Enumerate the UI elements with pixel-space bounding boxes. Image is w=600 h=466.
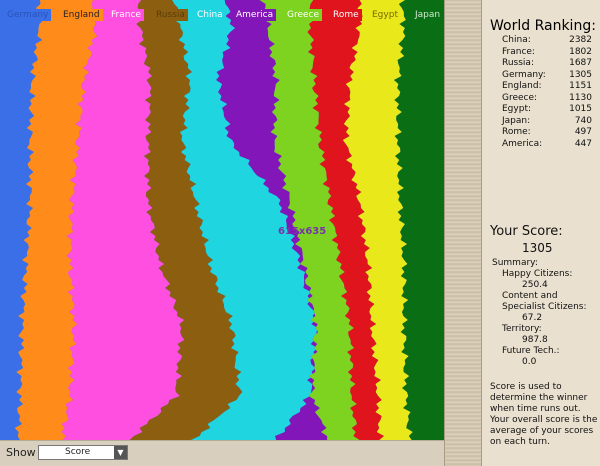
ranking-civ-name: Greece: [502,92,538,103]
legend-item-egypt: Egypt [369,9,401,21]
score-history-chart: Germany England France Russia China America Gr… [0,0,444,440]
ranking-civ-name: China: [502,35,531,45]
ranking-civ-score: 1151 [569,81,592,91]
summary-item-label: Future Tech.: [502,346,560,356]
score-summary: Summary: Happy Citizens: 250.4 Content and… [492,258,596,368]
ranking-row: China: 2382 [502,35,592,47]
ranking-civ-name: America: [502,138,543,149]
summary-item-value: 67.2 [522,313,543,323]
ranking-row: Germany: 1305 [502,70,592,82]
ranking-civ-score: 1015 [569,104,592,114]
legend-item-china: China [194,9,226,21]
ranking-civ-name: Russia: [502,58,534,68]
show-dropdown[interactable]: Score ▼ [38,445,128,460]
summary-item-label: Happy Citizens: [502,269,573,279]
ranking-row: England: 1151 [502,81,592,93]
ranking-title: World Ranking: [490,18,596,34]
ranking-civ-name: Egypt: [502,104,531,114]
ranking-civ-name: Japan: [502,115,531,126]
summary-label: Summary: [492,258,538,268]
legend-item-france: France [108,9,144,21]
score-side-panel: World Ranking: China: 2382 France: 1802 Russ… [482,0,600,466]
summary-item-value: 0.0 [522,357,537,367]
legend-item-england: England [60,9,103,21]
your-score-value: 1305 [522,241,553,255]
legend-item-greece: Greece [284,9,323,21]
ranking-row: Greece: 1130 [502,93,592,105]
ranking-civ-name: England: [502,81,542,91]
ranking-civ-score: 740 [574,115,592,126]
score-history-graph [0,0,444,440]
ranking-row: America: 447 [502,139,592,151]
ranking-civ-score: 1305 [569,69,592,80]
legend-item-germany: Germany [4,9,52,21]
ranking-civ-score: 497 [574,127,592,137]
bottom-toolbar: Show Score ▼ [0,440,444,466]
legend-item-america: America [233,9,277,21]
ranking-row: Russia: 1687 [502,58,592,70]
your-score-title: Your Score: [490,224,563,239]
ranking-row: Japan: 740 [502,116,592,128]
chevron-down-icon[interactable]: ▼ [114,446,127,459]
panel-divider [444,0,482,466]
ranking-list: China: 2382 France: 1802 Russia: 1687 Germany:… [502,35,592,150]
civilization-legend: Germany England France Russia China America Gr… [0,0,444,22]
summary-item-value: 987.8 [522,335,548,345]
ranking-civ-name: Rome: [502,127,531,137]
summary-item-label: Content and Specialist Citizens: [502,291,587,312]
score-explanation: Score is used to determine the winner wh… [490,382,598,447]
show-dropdown-value: Score [65,447,91,457]
summary-item-label: Territory: [502,324,542,334]
ranking-row: France: 1802 [502,47,592,59]
ranking-civ-score: 1802 [569,46,592,57]
ranking-row: Egypt: 1015 [502,104,592,116]
ranking-civ-name: France: [502,46,535,57]
cursor-coordinate-label: 615x635 [278,226,327,237]
legend-item-japan: Japan [412,9,444,21]
show-label: Show [6,446,36,459]
ranking-civ-score: 1130 [569,92,592,103]
ranking-civ-score: 447 [574,138,592,149]
summary-item-value: 250.4 [522,280,548,290]
ranking-civ-name: Germany: [502,69,546,80]
ranking-row: Rome: 497 [502,127,592,139]
legend-item-rome: Rome [330,9,362,21]
ranking-civ-score: 1687 [569,58,592,68]
ranking-civ-score: 2382 [569,35,592,45]
legend-item-russia: Russia [153,9,188,21]
